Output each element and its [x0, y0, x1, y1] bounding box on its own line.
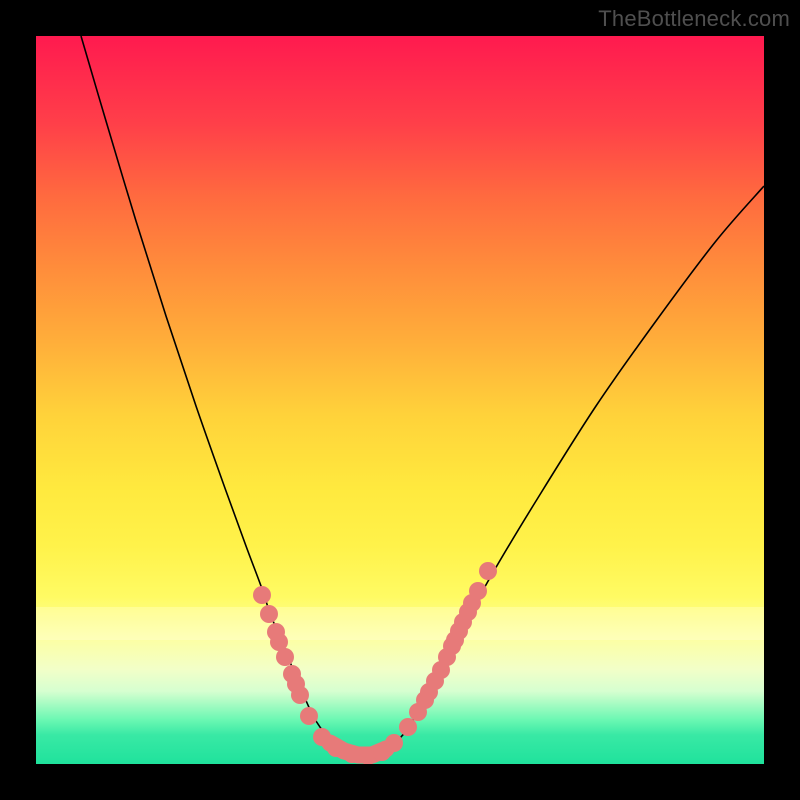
- data-marker: [313, 728, 331, 746]
- data-marker: [253, 586, 271, 604]
- data-marker: [469, 582, 487, 600]
- data-marker: [291, 686, 309, 704]
- data-marker: [385, 734, 403, 752]
- data-marker: [260, 605, 278, 623]
- data-marker: [343, 745, 361, 763]
- watermark-text: TheBottleneck.com: [598, 6, 790, 32]
- data-marker: [276, 648, 294, 666]
- data-marker: [300, 707, 318, 725]
- data-marker: [327, 739, 345, 757]
- data-marker: [399, 718, 417, 736]
- chart-frame: TheBottleneck.com: [0, 0, 800, 800]
- plot-area: [36, 36, 764, 764]
- data-marker: [479, 562, 497, 580]
- chart-svg: [36, 36, 764, 764]
- marker-group: [253, 562, 497, 764]
- bottleneck-curve: [81, 36, 764, 757]
